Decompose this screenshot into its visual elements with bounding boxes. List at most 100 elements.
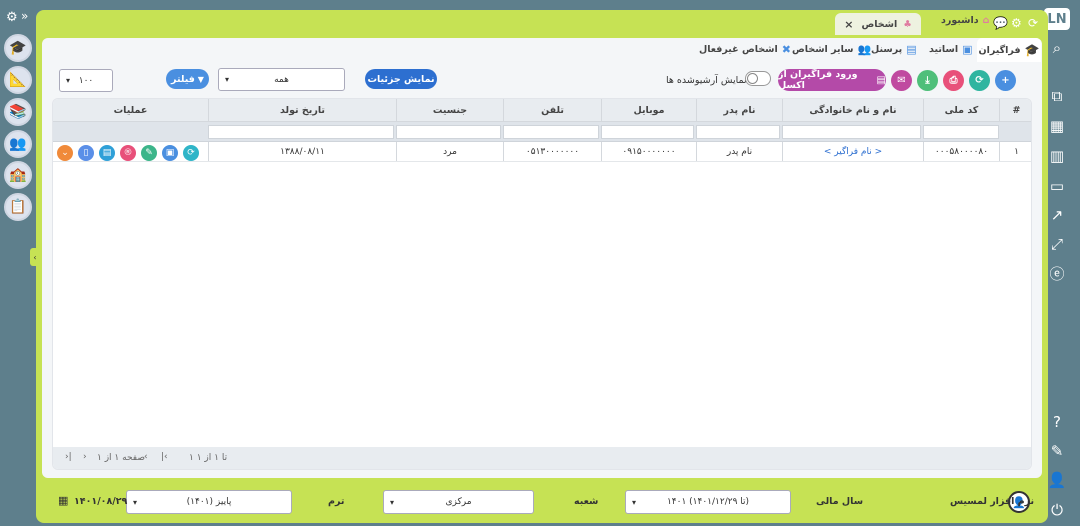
filter-mobile[interactable] (601, 125, 694, 139)
first-page-icon[interactable]: |‹ (161, 452, 168, 462)
fiscal-year-select[interactable]: ▾ ۱۴۰۱ (تا ۱۴۰۱/۱۲/۲۹) (625, 490, 791, 514)
collapse-icon[interactable]: » (21, 9, 28, 23)
import-excel-button[interactable]: ورود فراگیران از اکسل ▤ (778, 69, 886, 91)
app-shortcut-1-icon[interactable]: 🎓 (4, 34, 32, 62)
term-select[interactable]: ▾ پاییز (۱۴۰۱) (126, 490, 292, 514)
branch-select[interactable]: ▾ مرکزی (383, 490, 534, 514)
filter-birth-date[interactable] (208, 125, 394, 139)
org-chart-icon[interactable]: ⧉ (1046, 86, 1068, 106)
filter-full-name[interactable] (782, 125, 921, 139)
people-grid: # کد ملی نام و نام خانوادگی نام پدر موبا… (52, 98, 1032, 470)
user-icon[interactable]: 👤 (1046, 470, 1068, 490)
app-shortcut-3-icon[interactable]: 📚 (4, 98, 32, 126)
register-action-icon[interactable]: ® (120, 145, 136, 161)
users-icon: 👥 (857, 43, 872, 56)
mail-button[interactable]: ✉ (891, 70, 912, 91)
col-mobile[interactable]: موبایل (601, 99, 696, 121)
grid-header: # کد ملی نام و نام خانوادگی نام پدر موبا… (53, 99, 1031, 122)
app-shortcut-2-icon[interactable]: 📐 (4, 66, 32, 94)
refresh-button[interactable]: ⟳ (969, 70, 990, 91)
add-button[interactable]: + (995, 70, 1016, 91)
export-button[interactable]: ⤓ (917, 70, 938, 91)
col-birth-date[interactable]: تاریخ تولد (208, 99, 396, 121)
current-date: ۱۴۰۱/۰۸/۲۹ (74, 496, 128, 507)
subtab-learners[interactable]: فراگیران 🎓 (977, 38, 1041, 62)
bar-chart-icon[interactable]: ▥ (1046, 146, 1068, 166)
cell-birth-date: ۱۳۸۸/۰۸/۱۱ (208, 142, 396, 161)
subtab-other-people[interactable]: سایر اشخاص 👥 (792, 43, 871, 56)
graduation-cap-icon: 🎓 (1024, 43, 1040, 57)
print-button[interactable]: ⎙ (943, 70, 964, 91)
subtab-inactive-people[interactable]: اشخاص غیرفعال ✖ (699, 43, 791, 56)
subtab-staff[interactable]: پرسنل ▤ (871, 43, 917, 56)
main-content: فراگیران 🎓 اساتید ▣ پرسنل ▤ سایر اشخاص 👥… (42, 38, 1042, 478)
funnel-icon: ▼ (197, 74, 204, 84)
term-label: ترم (328, 496, 345, 507)
cell-full-name[interactable]: < نام فراگیر > (782, 142, 923, 161)
col-phone[interactable]: تلفن (503, 99, 601, 121)
subtab-teachers[interactable]: اساتید ▣ (929, 43, 973, 56)
show-details-button[interactable]: نمایش جزئیات (365, 69, 437, 89)
branch-label: شعبه (574, 496, 599, 507)
calendar-icon[interactable]: ▦ (58, 494, 68, 507)
fiscal-year-label: سال مالی (816, 496, 864, 507)
app-window: ⟳ ⚙ 💬 داشبورد ⌂ × اشخاص ♣ فراگیران 🎓 اسا… (36, 10, 1048, 523)
help-icon[interactable]: ? (1046, 412, 1068, 432)
settings-top-icon[interactable]: ⚙ (1011, 16, 1022, 30)
settings-icon[interactable]: ⚙ (6, 10, 18, 25)
table-row[interactable]: ۱ ۰۰۰۵۸۰۰۰۰۸۰ < نام فراگیر > نام پدر ۰۹۱… (53, 142, 1031, 162)
chevron-down-icon: ▾ (632, 497, 637, 507)
chat-icon[interactable]: 💬 (993, 16, 1008, 30)
edit-action-icon[interactable]: ✎ (141, 145, 157, 161)
excel-icon: ▤ (876, 74, 886, 86)
col-full-name[interactable]: نام و نام خانوادگی (782, 99, 923, 121)
col-gender[interactable]: جنسیت (396, 99, 503, 121)
browser-icon[interactable]: ⓔ (1046, 263, 1068, 283)
cart-action-icon[interactable]: ▣ (162, 145, 178, 161)
cell-father-name: نام پدر (696, 142, 782, 161)
cell-actions: ⟳ ▣ ✎ ® ▤ ▯ ⌄ (53, 142, 208, 161)
credit-card-icon[interactable]: ▭ (1046, 176, 1068, 196)
archived-toggle[interactable] (745, 71, 771, 86)
app-shortcut-4-icon[interactable]: 👥 (4, 130, 32, 158)
tab-dashboard[interactable]: داشبورد ⌂ (941, 15, 989, 26)
expand-icon[interactable]: ⤢ (1046, 234, 1068, 254)
filter-phone[interactable] (503, 125, 599, 139)
filter-select[interactable]: ▾ همه (218, 68, 345, 91)
brush-icon[interactable]: ✎ (1046, 441, 1068, 461)
card-action-icon[interactable]: ▤ (99, 145, 115, 161)
col-actions: عملیات (113, 104, 148, 116)
filter-father-name[interactable] (696, 125, 780, 139)
sidebar-toggle-handle[interactable]: ‹ (30, 248, 40, 266)
last-page-icon[interactable]: ›| (65, 452, 72, 462)
sync-action-icon[interactable]: ⟳ (183, 145, 199, 161)
page-size-select[interactable]: ▾ ۱۰۰ (59, 69, 113, 92)
filter-gender[interactable] (396, 125, 501, 139)
chevron-down-icon: ▾ (66, 76, 71, 85)
cell-index: ۱ (999, 142, 1031, 161)
next-page-icon[interactable]: › (83, 452, 87, 462)
left-rail: ⚙ » 🎓 📐 📚 👥 🏫 📋 ‹ (0, 0, 40, 526)
app-shortcut-5-icon[interactable]: 🏫 (4, 161, 32, 189)
page-indicator: صفحه ۱ از ۱ (97, 453, 145, 463)
teacher-icon: ▣ (962, 43, 973, 56)
refresh-top-icon[interactable]: ⟳ (1028, 16, 1038, 30)
filter-national-id[interactable] (923, 125, 999, 139)
col-national-id[interactable]: کد ملی (923, 99, 999, 121)
people-tab-icon: ♣ (903, 18, 912, 30)
chevron-down-icon: ▾ (133, 497, 138, 507)
more-action-icon[interactable]: ⌄ (57, 145, 73, 161)
power-icon[interactable]: ⏻ (1046, 500, 1068, 520)
app-shortcut-6-icon[interactable]: 📋 (4, 193, 32, 221)
close-icon[interactable]: × (844, 18, 853, 31)
search-icon[interactable]: ⌕ (1046, 38, 1068, 58)
cell-national-id: ۰۰۰۵۸۰۰۰۰۸۰ (923, 142, 999, 161)
col-father-name[interactable]: نام پدر (696, 99, 782, 121)
dashboard-grid-icon[interactable]: ▦ (1046, 116, 1068, 136)
tab-people[interactable]: × اشخاص ♣ (835, 13, 921, 35)
filter-button[interactable]: فیلتر ▼ (166, 69, 209, 89)
book-action-icon[interactable]: ▯ (78, 145, 94, 161)
col-index[interactable]: # (999, 99, 1031, 121)
line-chart-icon[interactable]: ↗ (1046, 205, 1068, 225)
cell-mobile: ۰۹۱۵۰۰۰۰۰۰۰ (601, 142, 696, 161)
